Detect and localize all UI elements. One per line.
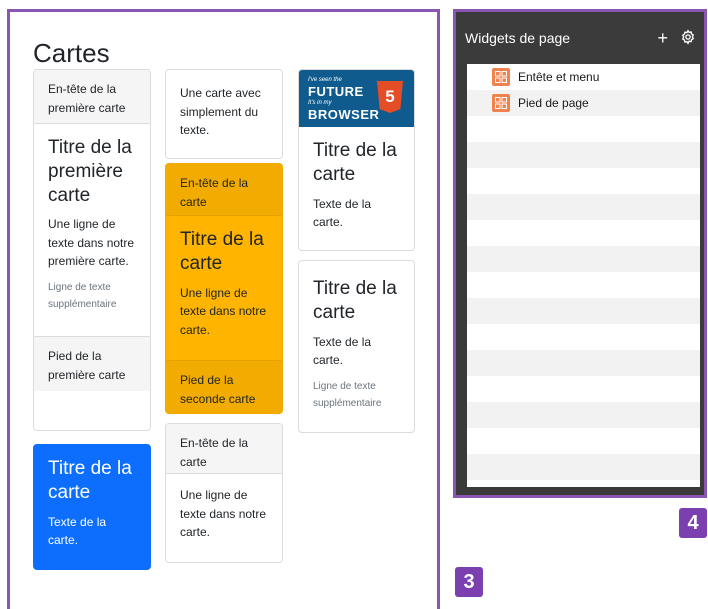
widget-item-header-menu[interactable]: Entête et menu xyxy=(467,64,700,90)
card-header: En-tête de la carte xyxy=(166,424,282,474)
page-title: Cartes xyxy=(33,38,110,68)
gear-icon xyxy=(681,28,695,45)
card-muted-text: Ligne de texte supplémentaire xyxy=(48,282,117,311)
card-text: Une carte avec simplement du texte. xyxy=(180,86,261,138)
card-title: Titre de la carte xyxy=(313,140,397,185)
card-image-banner: I've seen the FUTURE It's in my BROWSER … xyxy=(299,70,414,127)
cards-preview-panel: Cartes En-tête de la première carte Titr… xyxy=(7,9,440,609)
banner-line4: BROWSER xyxy=(308,107,380,122)
card-text: Une ligne de texte dans notre première c… xyxy=(48,217,135,269)
card-text: Une ligne de texte dans notre carte. xyxy=(180,488,267,540)
card-body: Titre de la carte Texte de la carte. xyxy=(34,445,150,569)
card-footer: Pied de la seconde carte xyxy=(166,360,282,413)
card-header-text: En-tête de la carte Une ligne de texte d… xyxy=(165,423,283,563)
card-title: Titre de la carte xyxy=(180,229,264,274)
card-body: Titre de la première carte Une ligne de … xyxy=(34,124,150,336)
card-footer: Pied de la première carte xyxy=(34,336,150,391)
page-widgets-panel: Widgets de page + Entête et menu Pied de… xyxy=(453,9,707,498)
badge-3: 3 xyxy=(455,567,483,597)
add-widget-button[interactable]: + xyxy=(657,29,668,47)
card-image: I've seen the FUTURE It's in my BROWSER … xyxy=(298,69,415,251)
widget-icon xyxy=(492,94,510,112)
card-header: En-tête de la première carte xyxy=(34,70,150,124)
card-text: Une ligne de texte dans notre carte. xyxy=(180,285,267,337)
html5-icon-label: 5 xyxy=(385,86,395,106)
widget-icon xyxy=(492,68,510,86)
panel-title: Widgets de page xyxy=(465,30,571,46)
card-first: En-tête de la première carte Titre de la… xyxy=(33,69,151,431)
card-text-only: Une carte avec simplement du texte. xyxy=(165,69,283,159)
settings-button[interactable] xyxy=(680,28,696,48)
card-muted-text: Ligne de texte supplémentaire xyxy=(313,380,382,409)
widget-item-label: Entête et menu xyxy=(518,70,600,84)
panel-header: Widgets de page + xyxy=(456,12,704,64)
card-body: Titre de la carte Texte de la carte. xyxy=(299,127,414,250)
card-body: Titre de la carte Une ligne de texte dan… xyxy=(166,216,282,360)
badge-4: 4 xyxy=(679,508,707,538)
card-title: Titre de la première carte xyxy=(48,137,132,206)
card-title: Titre de la carte xyxy=(48,458,132,503)
card-text: Texte de la carte. xyxy=(313,196,372,230)
card-body: Une ligne de texte dans notre carte. xyxy=(166,474,282,562)
card-warning: En-tête de la carte Titre de la carte Un… xyxy=(165,163,283,414)
widget-list: Entête et menu Pied de page xyxy=(467,64,700,487)
card-body: Titre de la carte Texte de la carte. Lig… xyxy=(299,261,414,432)
card-body: Une carte avec simplement du texte. xyxy=(166,70,282,158)
html5-icon: 5 xyxy=(377,81,403,113)
card-plain: Titre de la carte Texte de la carte. Lig… xyxy=(298,260,415,433)
widget-item-label: Pied de page xyxy=(518,96,589,110)
widget-item-footer[interactable]: Pied de page xyxy=(467,90,700,116)
card-title: Titre de la carte xyxy=(313,278,397,323)
card-primary: Titre de la carte Texte de la carte. xyxy=(33,444,151,570)
card-text: Texte de la carte. xyxy=(48,514,107,548)
card-text: Texte de la carte. xyxy=(313,334,372,368)
card-header: En-tête de la carte xyxy=(166,164,282,216)
